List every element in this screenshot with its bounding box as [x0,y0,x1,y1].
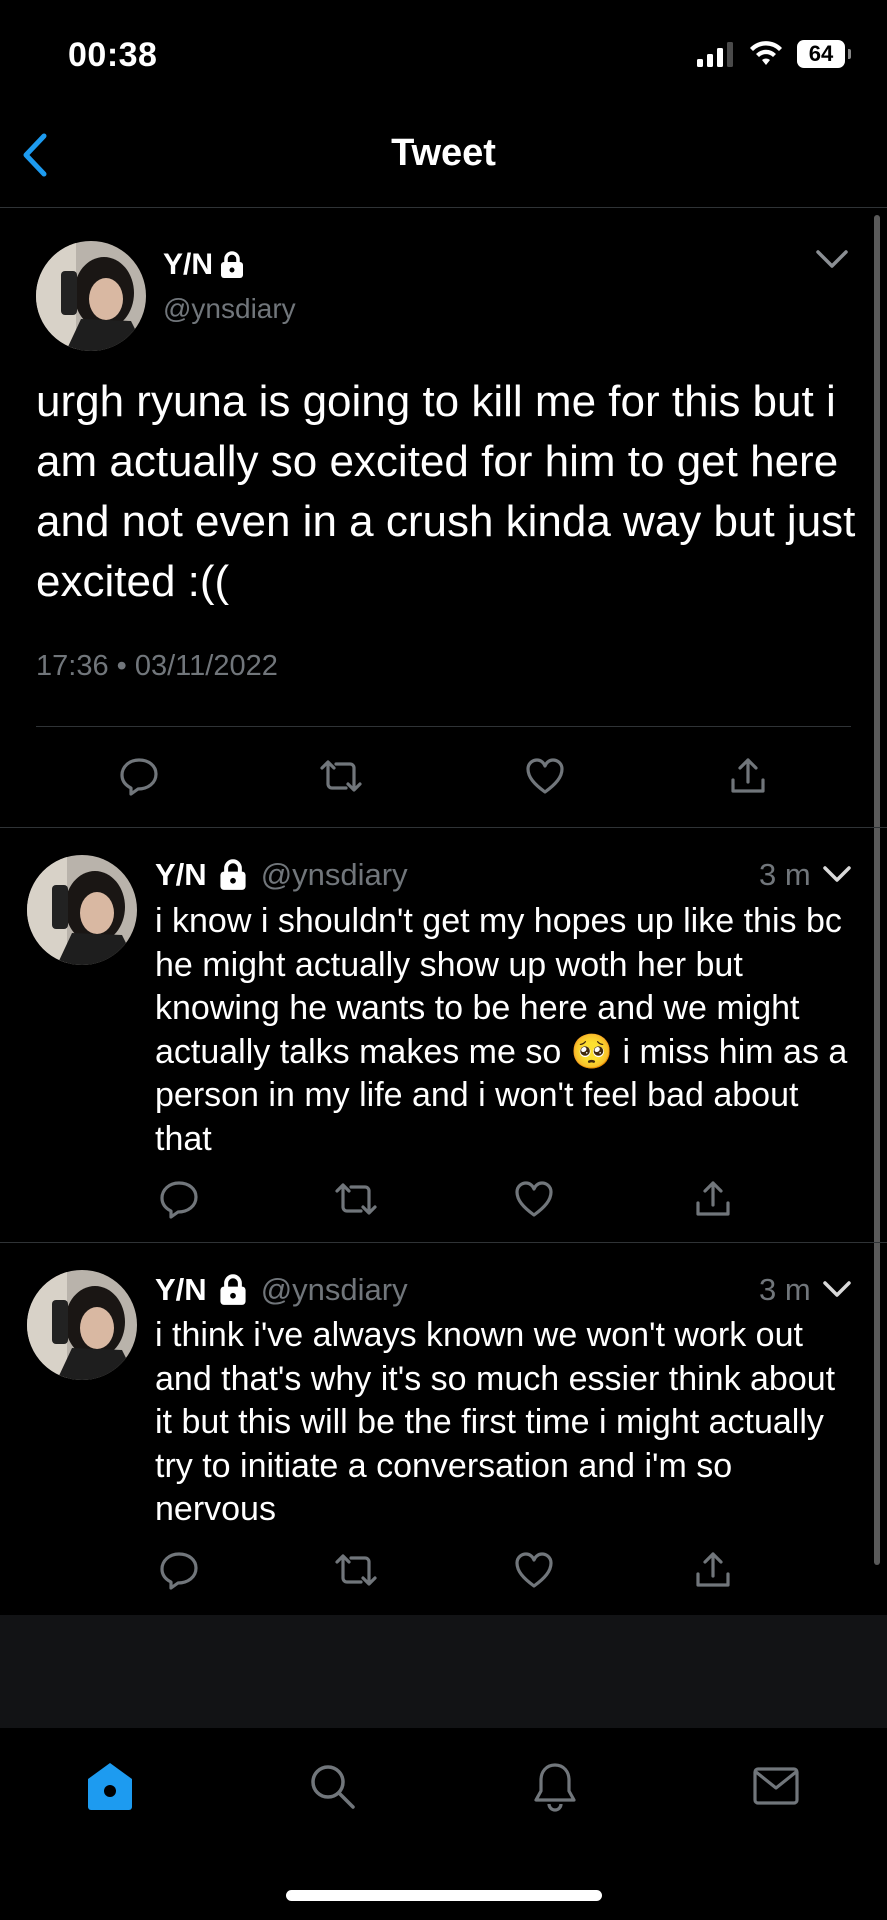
retweet-icon [320,760,362,792]
chevron-down-icon [816,250,848,268]
share-icon [696,1181,730,1216]
reply-button[interactable] [114,751,164,801]
avatar[interactable] [27,1270,137,1380]
heart-icon [526,758,564,794]
avatar-image [36,241,146,351]
lock-icon [220,859,246,890]
lock-icon [220,1274,246,1305]
status-time: 00:38 [68,36,158,74]
page-title: Tweet [391,132,496,174]
heart-icon [515,1552,553,1588]
heart-icon [515,1181,553,1217]
signal-icon [697,42,733,67]
avatar-image [27,1270,137,1380]
tweet-text: urgh ryuna is going to kill me for this … [36,377,856,606]
retweet-button[interactable] [331,1545,381,1595]
reply-header: Y/N @ynsdiary [155,1272,408,1308]
reply-divider [0,1242,887,1243]
tab-search[interactable] [302,1756,362,1816]
reply-text: i think i've always known we won't work … [155,1316,836,1528]
reply-icon [160,1552,198,1590]
share-button[interactable] [723,751,773,801]
avatar[interactable] [27,855,137,965]
thread-divider [0,827,887,828]
home-icon [88,1763,132,1810]
retweet-icon [335,1183,377,1215]
like-button[interactable] [520,751,570,801]
tab-home[interactable] [80,1756,140,1816]
tweet-divider [36,726,851,727]
author-name[interactable]: Y/N [163,248,245,282]
wifi-icon [750,41,782,65]
reply-text: i know i shouldn't get my hopes up like … [155,902,848,1158]
avatar[interactable] [36,241,146,351]
search-icon [311,1765,355,1809]
reply-time: 3 m [759,857,811,892]
author-name[interactable]: Y/N [155,1272,207,1308]
retweet-icon [335,1554,377,1586]
reply-icon [120,758,158,796]
author-handle[interactable]: @ynsdiary [261,1272,408,1308]
reply-button[interactable] [154,1545,204,1595]
notifications-icon [534,1763,576,1812]
reply-button[interactable] [154,1174,204,1224]
messages-icon [753,1767,799,1805]
author-handle[interactable]: @ynsdiary [163,293,296,325]
lock-icon [221,251,244,278]
share-icon [696,1552,730,1587]
tab-messages[interactable] [746,1756,806,1816]
battery-level: 64 [808,41,834,66]
share-button[interactable] [688,1174,738,1224]
reply-time: 3 m [759,1272,811,1307]
header-divider [0,207,887,208]
like-button[interactable] [509,1545,559,1595]
more-options-button[interactable] [819,858,855,888]
share-button[interactable] [688,1545,738,1595]
share-icon [731,758,765,793]
reply-header: Y/N @ynsdiary [155,857,408,893]
avatar-image [27,855,137,965]
more-options-button[interactable] [819,1273,855,1303]
scrollbar[interactable] [874,215,880,1565]
author-name-text: Y/N [163,248,214,281]
status-icons: 64 [697,40,851,68]
retweet-button[interactable] [331,1174,381,1224]
tweet-timestamp[interactable]: 17:36 • 03/11/2022 [36,650,278,683]
author-name[interactable]: Y/N [155,857,207,893]
retweet-button[interactable] [316,751,366,801]
tab-notifications[interactable] [525,1756,585,1816]
chevron-down-icon [823,1281,851,1297]
reply-icon [160,1181,198,1219]
chevron-down-icon [823,866,851,882]
home-indicator[interactable] [286,1890,602,1901]
more-options-button[interactable] [812,244,852,274]
empty-space [0,1615,887,1728]
battery-icon: 64 [797,40,851,68]
like-button[interactable] [509,1174,559,1224]
author-handle[interactable]: @ynsdiary [261,857,408,893]
